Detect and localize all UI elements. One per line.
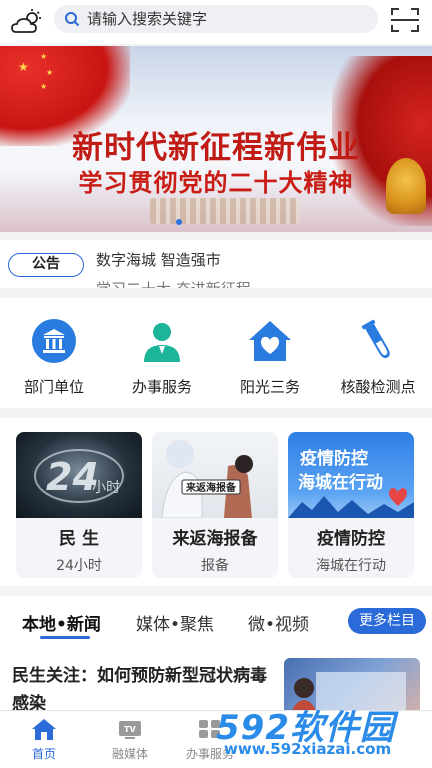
service-label: 阳光三务 — [239, 378, 300, 396]
notice-bar[interactable]: 公告 数字海城 智造强市 学习二十大 奋进新征程 — [0, 240, 432, 288]
banner-subtitle: 学习贯彻党的二十大精神 — [78, 168, 354, 197]
tab-label: 媒体•聚焦 — [136, 615, 215, 635]
tab-local-news[interactable]: 本地•新闻 — [22, 610, 101, 639]
svg-text:海城在行动: 海城在行动 — [298, 472, 383, 493]
person-service-icon — [139, 318, 185, 364]
card-title: 民 生 — [59, 529, 99, 549]
banner-carousel[interactable]: ★ ★ ★ ★ 新时代新征程新伟业 学习贯彻党的二十大精神 — [0, 46, 432, 232]
tab-micro-video[interactable]: 微•视频 — [248, 610, 309, 635]
tab-label: 本地•新闻 — [22, 615, 101, 635]
news-section: 本地•新闻 媒体•聚焦 微•视频 更多栏目 民生关注：如何预防新型冠状病毒感染 — [0, 596, 432, 710]
star-icon: ★ — [18, 60, 29, 74]
tv-icon: TV — [117, 717, 143, 741]
card-report[interactable]: 来返海报备 来返海报备 报备 — [152, 432, 278, 578]
card-livelihood[interactable]: 24 小时 民 生 24小时 — [16, 432, 142, 578]
svg-text:24: 24 — [46, 455, 99, 499]
search-placeholder: 请输入搜索关键字 — [87, 10, 208, 28]
scan-icon[interactable] — [390, 7, 420, 33]
svg-text:TV: TV — [124, 725, 136, 734]
service-testing[interactable]: 核酸检测点 — [324, 318, 432, 397]
star-icon: ★ — [40, 82, 48, 91]
nav-label: 首页 — [31, 747, 56, 761]
card-subtitle: 报备 — [201, 558, 229, 574]
nav-label: 融媒体 — [111, 747, 148, 761]
card-title: 疫情防控 — [317, 529, 385, 549]
banner-hall — [150, 198, 300, 224]
watermark-url: www.592xiazai.com — [224, 740, 392, 758]
service-label: 核酸检测点 — [340, 378, 416, 396]
tab-media-focus[interactable]: 媒体•聚焦 — [136, 610, 214, 635]
carousel-indicator — [176, 219, 182, 225]
service-sunshine[interactable]: 阳光三务 — [216, 318, 324, 397]
more-columns-button[interactable]: 更多栏目 — [348, 608, 426, 634]
star-icon: ★ — [40, 52, 48, 61]
weather-icon[interactable] — [10, 8, 44, 36]
search-icon — [65, 12, 80, 27]
svg-text:小时: 小时 — [92, 480, 120, 496]
banner-title: 新时代新征程新伟业 — [72, 130, 360, 166]
notice-tag: 公告 — [8, 253, 84, 277]
notice-item[interactable]: 学习二十大 奋进新征程 — [96, 278, 251, 288]
card-image: 来返海报备 — [152, 432, 278, 518]
card-image: 24 小时 — [16, 432, 142, 518]
svg-text:疫情防控: 疫情防控 — [300, 448, 368, 469]
tab-label: 微•视频 — [248, 615, 310, 635]
service-handling[interactable]: 办事服务 — [108, 318, 216, 397]
government-building-icon — [31, 318, 77, 364]
service-departments[interactable]: 部门单位 — [0, 318, 108, 397]
top-header: 请输入搜索关键字 — [0, 0, 432, 44]
notice-item[interactable]: 数字海城 智造强市 — [96, 249, 221, 270]
nav-media[interactable]: TV 融媒体 — [90, 717, 170, 762]
svg-text:来返海报备: 来返海报备 — [185, 481, 237, 494]
card-title: 来返海报备 — [172, 529, 258, 549]
card-image: 疫情防控 海城在行动 — [288, 432, 414, 518]
service-label: 部门单位 — [23, 378, 84, 396]
watermark: 592软件园 www.592xiazai.com — [216, 700, 426, 762]
home-icon — [31, 717, 57, 741]
feature-cards: 24 小时 民 生 24小时 来返海报备 来返海报备 报备 疫情防控 海城在行动 — [0, 418, 432, 586]
house-heart-icon — [247, 318, 293, 364]
search-bar[interactable]: 请输入搜索关键字 — [54, 5, 378, 33]
card-subtitle: 24小时 — [56, 558, 102, 574]
test-tube-icon — [355, 318, 401, 364]
card-subtitle: 海城在行动 — [316, 558, 386, 574]
card-epidemic[interactable]: 疫情防控 海城在行动 疫情防控 海城在行动 — [288, 432, 414, 578]
nav-home[interactable]: 首页 — [4, 717, 84, 762]
star-icon: ★ — [46, 68, 54, 77]
tab-underline — [40, 636, 90, 639]
service-label: 办事服务 — [131, 378, 192, 396]
service-grid: 部门单位 办事服务 阳光三务 核酸检测点 — [0, 298, 432, 408]
